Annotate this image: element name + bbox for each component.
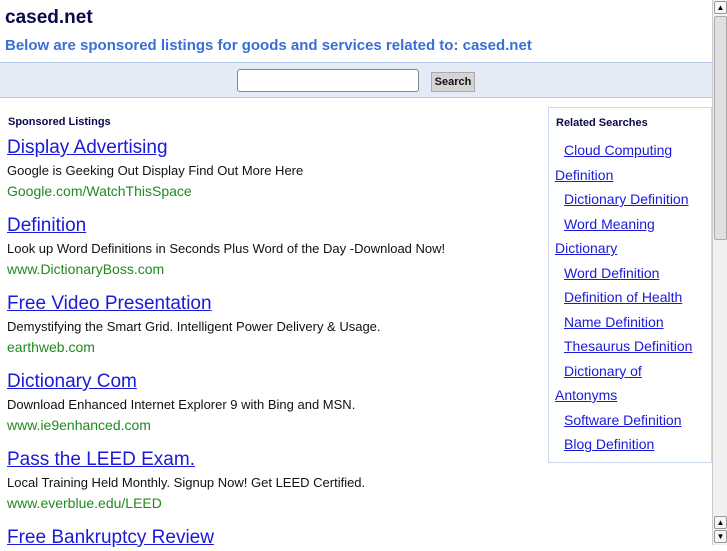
page-subtitle: Below are sponsored listings for goods a… [5,37,532,54]
related-link[interactable]: Cloud Computing [555,138,710,163]
related-link-cont[interactable]: Dictionary [555,236,710,261]
listing-url[interactable]: Google.com/WatchThisSpace [7,181,303,201]
listing-url[interactable]: www.ie9enhanced.com [7,415,355,435]
related-link[interactable]: Word Meaning [555,212,710,237]
search-bar: Search [0,62,712,98]
sponsored-listing: Display Advertising Google is Geeking Out… [7,137,303,201]
listing-title-link[interactable]: Dictionary Com [7,371,355,395]
listing-url[interactable]: www.DictionaryBoss.com [7,259,445,279]
listing-title-link[interactable]: Free Bankruptcy Review [7,527,214,551]
related-link[interactable]: Name Definition [555,310,710,335]
listing-description: Google is Geeking Out Display Find Out M… [7,163,304,178]
listing-title-link[interactable]: Pass the LEED Exam. [7,449,365,473]
listing-title-link[interactable]: Definition [7,215,445,239]
related-heading: Related Searches [556,117,648,129]
related-link[interactable]: Software Definition [555,408,710,433]
listing-url[interactable]: earthweb.com [7,337,381,357]
search-input[interactable] [237,69,419,92]
listing-title-link[interactable]: Free Video Presentation [7,293,381,317]
listing-description: Demystifying the Smart Grid. Intelligent… [7,319,381,334]
related-link[interactable]: Dictionary Definition [555,187,710,212]
sponsored-listing: Free Bankruptcy Review [7,527,214,551]
site-title: cased.net [5,7,93,28]
sponsored-listing: Free Video Presentation Demystifying the … [7,293,381,357]
search-button[interactable]: Search [431,72,475,92]
scrollbar-thumb[interactable] [714,16,727,240]
related-link[interactable]: Definition of Health [555,285,710,310]
scroll-down-arrow-icon[interactable]: ▼ [714,530,727,543]
listing-description: Download Enhanced Internet Explorer 9 wi… [7,397,356,412]
sponsored-listing: Definition Look up Word Definitions in Se… [7,215,445,279]
listing-description: Look up Word Definitions in Seconds Plus… [7,241,446,256]
listing-url[interactable]: www.everblue.edu/LEED [7,493,365,513]
related-link[interactable]: Word Definition [555,261,710,286]
scroll-up-arrow-icon[interactable]: ▲ [714,516,727,529]
listing-title-link[interactable]: Display Advertising [7,137,303,161]
related-link-cont[interactable]: Definition [555,163,710,188]
related-link-cont[interactable]: Antonyms [555,383,710,408]
listing-description: Local Training Held Monthly. Signup Now!… [7,475,366,490]
related-link[interactable]: Blog Definition [555,432,710,457]
related-link[interactable]: Dictionary of [555,359,710,384]
scroll-up-arrow-icon[interactable]: ▲ [714,1,727,14]
vertical-scrollbar[interactable]: ▲ ▲ ▼ [712,0,727,545]
sponsored-listing: Dictionary Com Download Enhanced Internet… [7,371,355,435]
sponsored-heading: Sponsored Listings [8,116,111,128]
related-link[interactable]: Thesaurus Definition [555,334,710,359]
related-searches-panel: Related Searches Cloud Computing Definit… [548,107,712,463]
sponsored-listing: Pass the LEED Exam. Local Training Held M… [7,449,365,513]
